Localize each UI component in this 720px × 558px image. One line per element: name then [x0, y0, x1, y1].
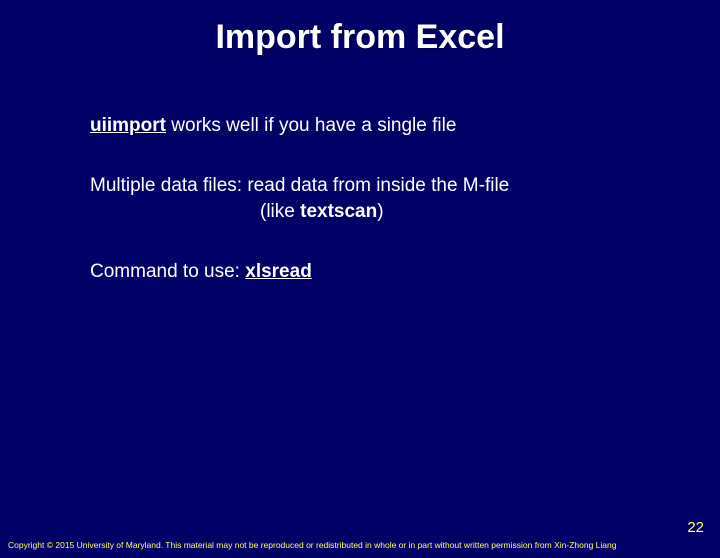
line1-text: works well if you have a single file: [166, 115, 456, 136]
copyright-notice: Copyright © 2015 University of Maryland.…: [8, 540, 712, 550]
page-number: 22: [687, 519, 704, 536]
line3-prefix: Command to use:: [90, 261, 245, 282]
slide-title: Import from Excel: [0, 18, 720, 57]
xlsread-keyword: xlsread: [245, 261, 312, 282]
line2-sub-suffix: ): [377, 201, 383, 222]
uiimport-keyword: uiimport: [90, 115, 166, 136]
slide-content: uiimport works well if you have a single…: [90, 115, 660, 283]
content-line-1: uiimport works well if you have a single…: [90, 115, 660, 137]
content-line-2-sub: (like textscan): [260, 201, 660, 223]
line2-sub-prefix: (like: [260, 201, 300, 222]
content-line-3: Command to use: xlsread: [90, 261, 660, 283]
content-line-2: Multiple data files: read data from insi…: [90, 175, 660, 197]
textscan-keyword: textscan: [300, 201, 377, 222]
